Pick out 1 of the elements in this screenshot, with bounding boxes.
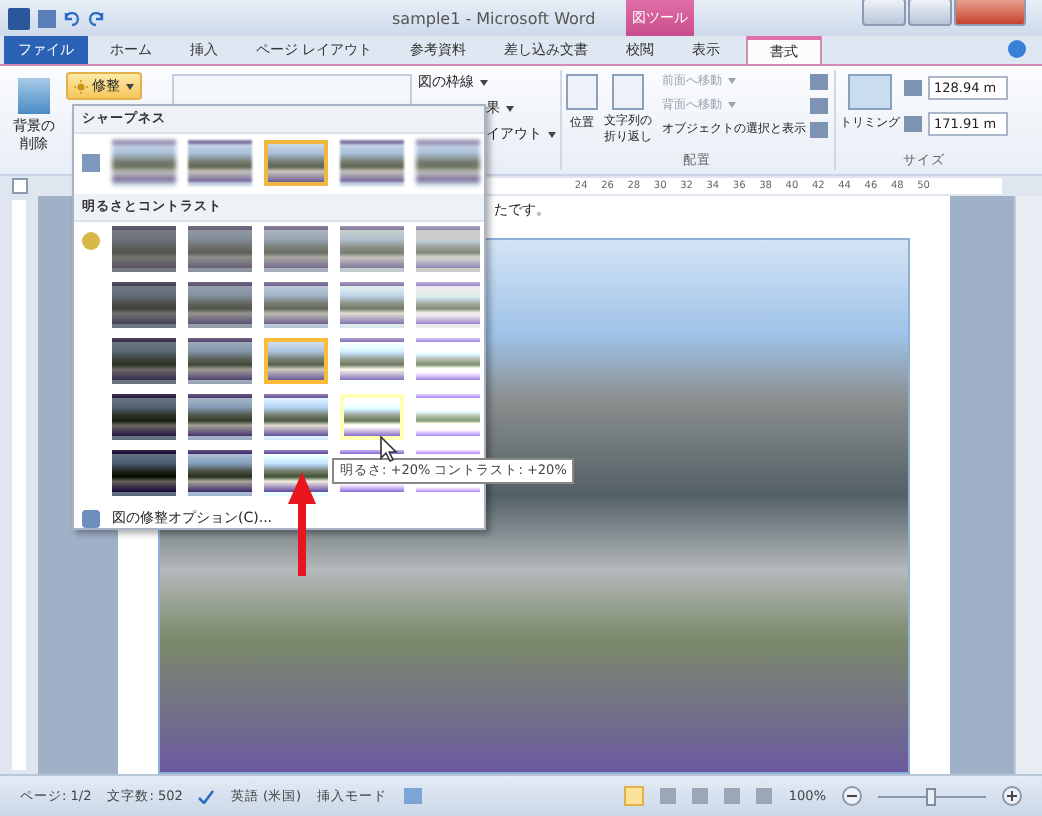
window-title: sample1 - Microsoft Word: [392, 9, 596, 27]
